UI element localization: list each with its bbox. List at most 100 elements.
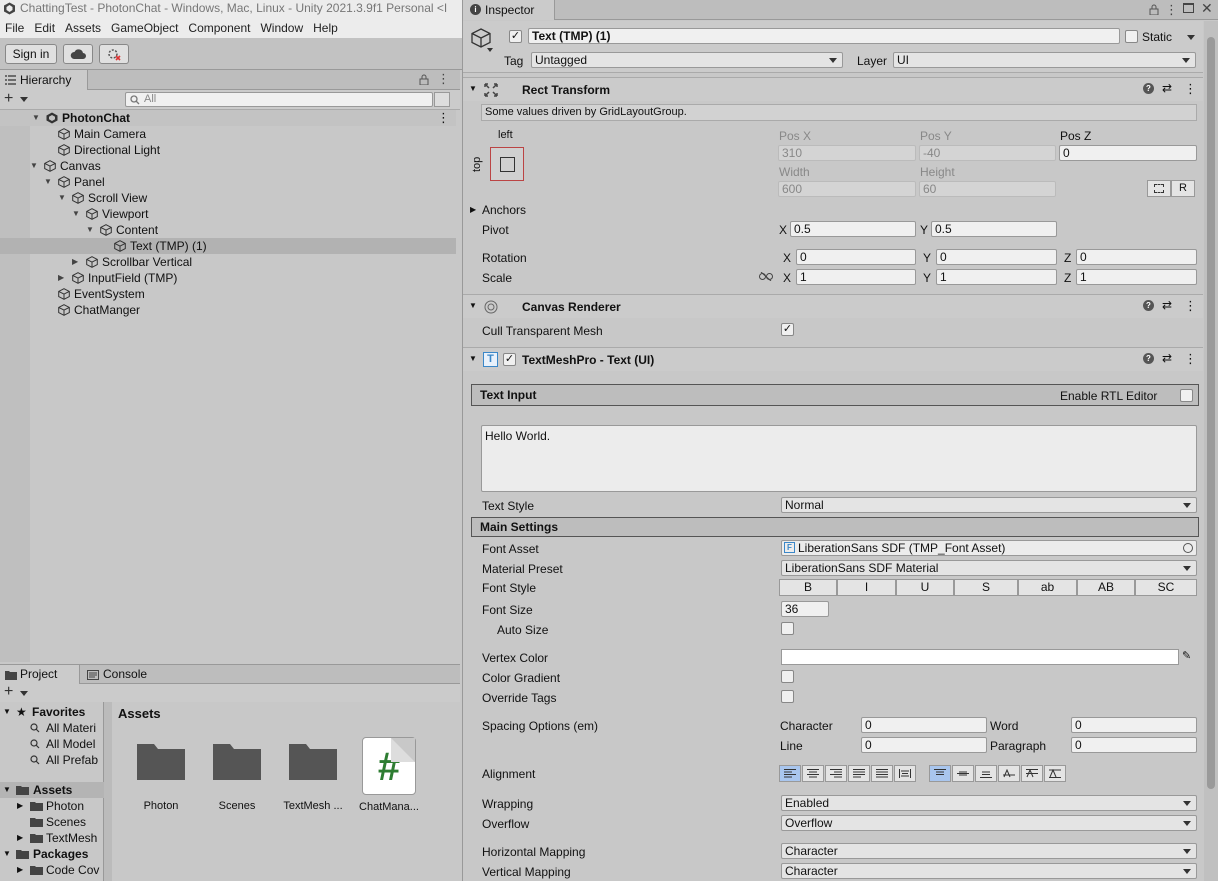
fav-item[interactable]: All Model <box>0 736 104 752</box>
collapse-arrow-icon[interactable]: ▼ <box>44 174 52 190</box>
lock-icon[interactable] <box>419 74 429 85</box>
scrollbar-thumb[interactable] <box>1207 37 1215 789</box>
align-midline-button[interactable] <box>1021 765 1043 782</box>
package-folder-row[interactable]: ▶ Code Cov <box>0 862 104 878</box>
more-options-icon[interactable]: ⋮ <box>1184 81 1197 97</box>
scale-z-field[interactable]: 1 <box>1076 269 1197 285</box>
font-style-lowercase-button[interactable]: ab <box>1018 579 1077 596</box>
word-spacing-field[interactable]: 0 <box>1071 717 1197 733</box>
rtl-checkbox[interactable] <box>1180 389 1193 402</box>
canvas-renderer-header[interactable]: ▼ Canvas Renderer ? ⇄ ⋮ <box>463 294 1203 318</box>
more-options-icon[interactable]: ⋮ <box>1184 351 1197 367</box>
scale-x-field[interactable]: 1 <box>796 269 916 285</box>
hierarchy-item[interactable]: EventSystem <box>0 286 456 302</box>
asset-scenes[interactable]: Scenes <box>203 738 271 812</box>
scale-y-field[interactable]: 1 <box>936 269 1057 285</box>
tmp-header[interactable]: ▼ T ✓ TextMeshPro - Text (UI) ? ⇄ ⋮ <box>463 347 1203 371</box>
sign-in-button[interactable]: Sign in <box>5 44 57 64</box>
hierarchy-search-input[interactable]: All <box>125 92 433 107</box>
auto-size-checkbox[interactable] <box>781 622 794 635</box>
font-style-uppercase-button[interactable]: AB <box>1077 579 1135 596</box>
more-options-icon[interactable]: ⋮ <box>1165 2 1178 18</box>
hierarchy-item[interactable]: ▼ Panel <box>0 174 456 190</box>
fav-item[interactable]: All Prefab <box>0 752 104 768</box>
constrain-proportions-icon[interactable] <box>759 272 773 281</box>
pivot-x-field[interactable]: 0.5 <box>790 221 916 237</box>
text-style-dropdown[interactable]: Normal <box>781 497 1197 513</box>
collapse-arrow-icon[interactable]: ▼ <box>469 354 477 363</box>
eyedropper-icon[interactable]: ✎ <box>1182 649 1191 662</box>
font-asset-field[interactable]: F LiberationSans SDF (TMP_Font Asset) <box>781 540 1197 556</box>
asset-folder-row[interactable]: ▶ TextMesh <box>0 830 104 846</box>
more-options-icon[interactable]: ⋮ <box>437 110 450 126</box>
hierarchy-item[interactable]: Directional Light <box>0 142 456 158</box>
anchors-foldout[interactable]: Anchors <box>482 203 526 217</box>
menu-gameobject[interactable]: GameObject <box>106 18 183 38</box>
horizontal-mapping-dropdown[interactable]: Character <box>781 843 1197 859</box>
expand-arrow-icon[interactable]: ▶ <box>72 254 78 270</box>
expand-arrow-icon[interactable]: ▼ <box>32 110 40 126</box>
collapse-arrow-icon[interactable]: ▼ <box>72 206 80 222</box>
align-baseline-button[interactable] <box>998 765 1020 782</box>
menu-file[interactable]: File <box>0 18 29 38</box>
hierarchy-item[interactable]: ▶ InputField (TMP) <box>0 270 456 286</box>
expand-arrow-icon[interactable]: ▶ <box>470 205 476 214</box>
more-options-icon[interactable]: ⋮ <box>1184 298 1197 314</box>
expand-arrow-icon[interactable]: ▶ <box>17 830 23 846</box>
font-size-field[interactable]: 36 <box>781 601 829 617</box>
cloud-button[interactable] <box>63 44 93 64</box>
hierarchy-item[interactable]: ▼ Canvas <box>0 158 456 174</box>
collapse-arrow-icon[interactable]: ▼ <box>469 84 477 93</box>
character-spacing-field[interactable]: 0 <box>861 717 987 733</box>
expand-arrow-icon[interactable]: ▼ <box>3 846 11 862</box>
align-center-button[interactable] <box>802 765 824 782</box>
menu-edit[interactable]: Edit <box>29 18 60 38</box>
line-spacing-field[interactable]: 0 <box>861 737 987 753</box>
hierarchy-item[interactable]: Text (TMP) (1) <box>0 238 456 254</box>
anchor-preset-button[interactable] <box>490 147 524 181</box>
expand-arrow-icon[interactable]: ▶ <box>17 862 23 878</box>
presets-icon[interactable]: ⇄ <box>1162 81 1172 95</box>
align-top-button[interactable] <box>929 765 951 782</box>
rect-transform-header[interactable]: ▼ Rect Transform ? ⇄ ⋮ <box>463 77 1203 101</box>
align-middle-button[interactable] <box>952 765 974 782</box>
chevron-down-icon[interactable] <box>1187 35 1195 40</box>
font-style-italic-button[interactable]: I <box>837 579 896 596</box>
help-icon[interactable]: ? <box>1143 353 1154 364</box>
packages-row[interactable]: ▼ Packages <box>0 846 104 862</box>
align-geometry-button[interactable] <box>894 765 916 782</box>
component-enabled-checkbox[interactable]: ✓ <box>503 353 516 366</box>
fav-item[interactable]: All Materi <box>0 720 104 736</box>
align-flush-button[interactable] <box>871 765 893 782</box>
vertical-mapping-dropdown[interactable]: Character <box>781 863 1197 879</box>
pivot-y-field[interactable]: 0.5 <box>931 221 1057 237</box>
chevron-down-icon[interactable] <box>487 48 493 52</box>
posz-field[interactable]: 0 <box>1059 145 1197 161</box>
asset-folder-row[interactable]: ▶ Photon <box>0 798 104 814</box>
tag-dropdown[interactable]: Untagged <box>531 52 843 68</box>
hierarchy-item[interactable]: ▼ Viewport <box>0 206 456 222</box>
close-icon[interactable]: ✕ <box>1201 0 1213 17</box>
asset-folder-row[interactable]: Scenes <box>0 814 104 830</box>
collapse-arrow-icon[interactable]: ▼ <box>30 158 38 174</box>
inspector-scrollbar[interactable] <box>1204 21 1218 881</box>
add-icon[interactable]: + <box>4 683 13 701</box>
hierarchy-item[interactable]: ChatManger <box>0 302 456 318</box>
chevron-down-icon[interactable] <box>20 691 28 696</box>
overflow-dropdown[interactable]: Overflow <box>781 815 1197 831</box>
raw-edit-button[interactable]: R <box>1171 180 1195 197</box>
hierarchy-item[interactable]: ▼ Scroll View <box>0 190 456 206</box>
help-icon[interactable]: ? <box>1143 300 1154 311</box>
static-checkbox[interactable] <box>1125 30 1138 43</box>
collab-button[interactable] <box>99 44 129 64</box>
collapse-arrow-icon[interactable]: ▼ <box>469 301 477 310</box>
override-tags-checkbox[interactable] <box>781 690 794 703</box>
text-input-area[interactable]: Hello World. <box>481 425 1197 492</box>
menu-component[interactable]: Component <box>183 18 255 38</box>
rotation-y-field[interactable]: 0 <box>936 249 1057 265</box>
active-checkbox[interactable]: ✓ <box>509 30 522 43</box>
cull-checkbox[interactable]: ✓ <box>781 323 794 336</box>
object-name-field[interactable]: Text (TMP) (1) <box>528 28 1120 44</box>
expand-arrow-icon[interactable]: ▶ <box>58 270 64 286</box>
layer-dropdown[interactable]: UI <box>893 52 1196 68</box>
